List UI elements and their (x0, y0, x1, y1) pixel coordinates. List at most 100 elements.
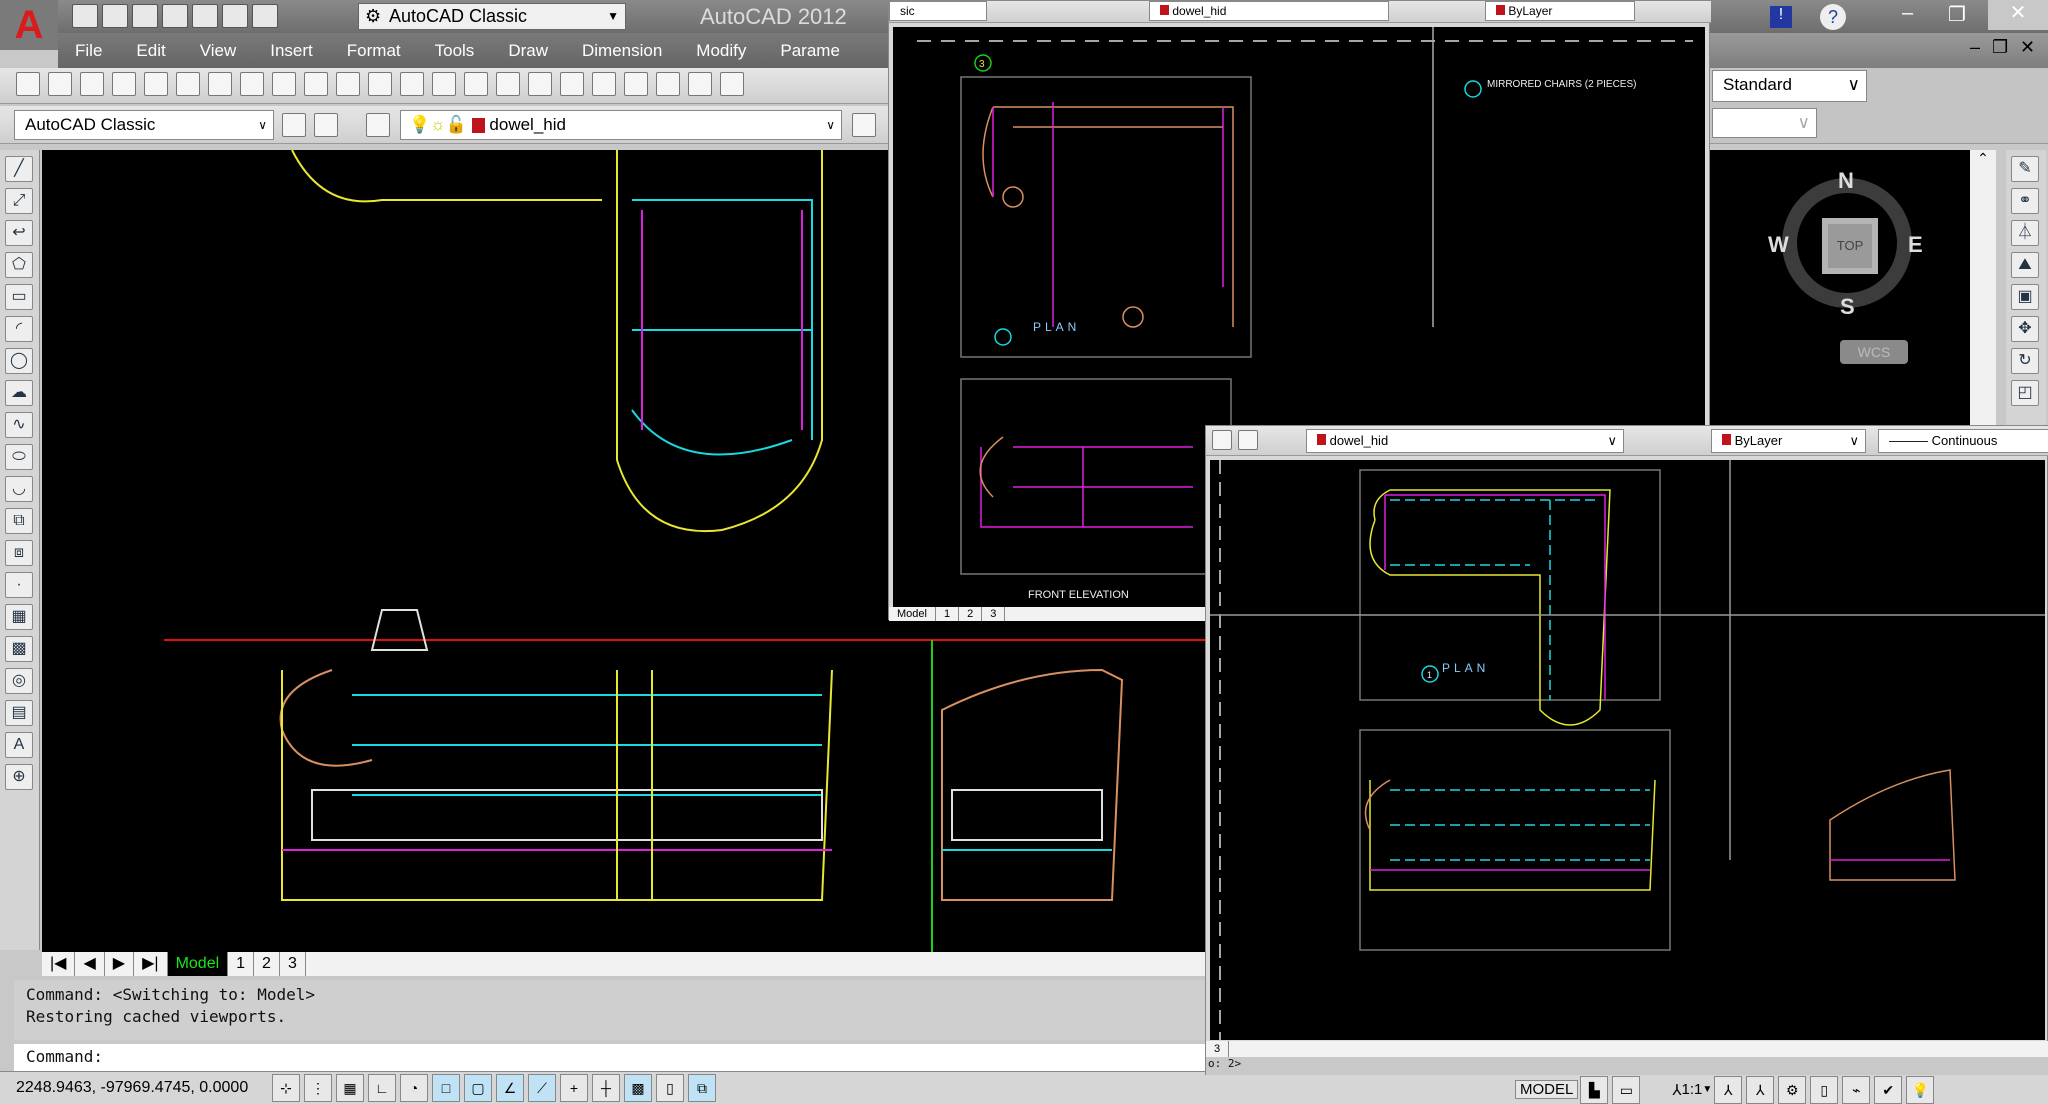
compass-north[interactable]: N (1838, 168, 1854, 194)
hardware-acceleration-icon[interactable]: ⌁ (1842, 1075, 1871, 1104)
window3-color-select[interactable]: ByLayer ∨ (1711, 429, 1866, 453)
layer-properties-icon[interactable] (366, 113, 390, 137)
scroll-up-icon[interactable]: ⌃ (1970, 150, 1996, 167)
line-icon[interactable]: ╱ (5, 156, 33, 182)
menu-edit[interactable]: Edit (136, 41, 165, 61)
doc-close-button[interactable]: ✕ (2020, 37, 2035, 58)
tab-model[interactable]: Model (167, 952, 229, 976)
publish-icon[interactable] (176, 72, 200, 96)
vertical-scrollbar[interactable]: ⌃ (1970, 150, 1996, 426)
tab-layout-2[interactable]: 2 (254, 952, 280, 976)
table-icon[interactable]: ▤ (5, 700, 33, 726)
pan-icon[interactable] (464, 72, 488, 96)
tab-model[interactable]: Model (889, 607, 936, 621)
sheet-set-icon[interactable] (688, 72, 712, 96)
arc-icon[interactable]: ◜ (5, 316, 33, 342)
viewcube-top-face[interactable]: TOP (1822, 218, 1878, 274)
dynamic-ucs-icon[interactable]: ⟋ (528, 1074, 556, 1102)
compass-south[interactable]: S (1840, 294, 1855, 320)
3d-object-snap-icon[interactable]: ▢ (464, 1074, 492, 1102)
window2-layer-select[interactable]: dowel_hid (1149, 1, 1389, 21)
workspace-select[interactable]: AutoCAD Classic ∨ (14, 110, 274, 140)
construction-line-icon[interactable]: ⤢ (5, 188, 33, 214)
rotate-icon[interactable]: ↻ (2011, 348, 2039, 374)
menu-file[interactable]: File (75, 41, 102, 61)
communication-center-icon[interactable]: ! (1770, 6, 1792, 28)
layer-select[interactable]: 💡☼🔓 dowel_hid ∨ (400, 110, 842, 140)
add-selected-icon[interactable]: ⊕ (5, 764, 33, 790)
doc-minimize-button[interactable]: – (1970, 37, 1980, 58)
polar-tracking-icon[interactable]: ◔ (400, 1074, 428, 1102)
open-icon[interactable] (102, 4, 128, 28)
copy-icon[interactable] (272, 72, 296, 96)
application-menu-button[interactable]: A (0, 0, 58, 50)
quick-view-drawings-icon[interactable]: ▭ (1612, 1075, 1641, 1104)
tab-layout-1[interactable]: 1 (228, 952, 255, 976)
transparency-icon[interactable]: ▩ (624, 1074, 652, 1102)
command-input[interactable]: Command: (14, 1044, 1208, 1071)
spline-icon[interactable]: ∿ (5, 412, 33, 438)
model-space-button[interactable]: MODEL (1515, 1080, 1579, 1099)
new-icon[interactable] (72, 4, 98, 28)
infer-constraints-icon[interactable]: ⊹ (272, 1074, 300, 1102)
workspace-dropdown[interactable]: ⚙ AutoCAD Classic ▼ (358, 3, 626, 30)
make-current-layer-icon[interactable] (852, 113, 876, 137)
revision-cloud-icon[interactable]: ☁ (5, 380, 33, 406)
cut-icon[interactable] (240, 72, 264, 96)
object-snap-icon[interactable]: □ (432, 1074, 460, 1102)
tab-layout-3[interactable]: 3 (280, 952, 306, 976)
gradient-icon[interactable]: ▩ (5, 636, 33, 662)
tool-palettes-icon[interactable] (656, 72, 680, 96)
point-icon[interactable]: · (5, 572, 33, 598)
zoom-window-icon[interactable] (528, 72, 552, 96)
window3-layer-select[interactable]: dowel_hid ∨ (1306, 429, 1624, 453)
tab-layout-3[interactable]: 3 (982, 607, 1006, 621)
window2-color-select[interactable]: ByLayer (1485, 1, 1635, 21)
save-icon[interactable] (132, 4, 158, 28)
tab-layout-2[interactable]: 2 (959, 607, 983, 621)
ellipse-icon[interactable]: ⬭ (5, 444, 33, 470)
multiline-text-icon[interactable]: A (5, 732, 33, 758)
plot-icon[interactable] (112, 72, 136, 96)
compass-east[interactable]: E (1908, 232, 1923, 258)
close-button[interactable]: ✕ (1988, 0, 2048, 30)
snap-mode-icon[interactable]: ⋮ (304, 1074, 332, 1102)
hatch-icon[interactable]: ▦ (5, 604, 33, 630)
tab-layout-1[interactable]: 1 (936, 607, 960, 621)
scale-icon[interactable]: ◰ (2011, 380, 2039, 406)
menu-modify[interactable]: Modify (696, 41, 746, 61)
undo-icon[interactable] (222, 4, 248, 28)
annotation-scale[interactable]: 1:1 (1682, 1081, 1703, 1098)
window3-linetype-select[interactable]: ——— Continuous (1878, 429, 2048, 453)
window3-command-line[interactable]: o: 2> (1206, 1057, 2048, 1076)
plot-preview-icon[interactable] (144, 72, 168, 96)
undo-icon[interactable] (400, 72, 424, 96)
markup-icon[interactable] (720, 72, 744, 96)
ellipse-arc-icon[interactable]: ◡ (5, 476, 33, 502)
customize-icon[interactable] (314, 113, 338, 137)
plot-icon[interactable] (192, 4, 218, 28)
new-icon[interactable] (16, 72, 40, 96)
menu-format[interactable]: Format (347, 41, 401, 61)
zoom-realtime-icon[interactable] (496, 72, 520, 96)
gear-icon[interactable] (1212, 430, 1232, 450)
workspace-switching-icon[interactable]: ⚙ (1778, 1075, 1807, 1104)
3d-dwf-icon[interactable] (208, 72, 232, 96)
design-center-icon[interactable] (624, 72, 648, 96)
style-select-2[interactable]: ∨ (1712, 108, 1817, 138)
compass-west[interactable]: W (1768, 232, 1789, 258)
erase-icon[interactable]: ✎ (2011, 156, 2039, 182)
next-tab-icon[interactable]: ▶ (105, 952, 135, 976)
mirror-icon[interactable]: ⏃ (2011, 220, 2039, 246)
polygon-icon[interactable]: ⬠ (5, 252, 33, 278)
coordinates-readout[interactable]: 2248.9463, -97969.4745, 0.0000 (0, 1079, 270, 1097)
auto-scale-icon[interactable]: ⅄ (1746, 1075, 1775, 1104)
ortho-icon[interactable]: ∟ (368, 1074, 396, 1102)
doc-restore-button[interactable]: ❐ (1992, 37, 2008, 58)
minimize-button[interactable]: – (1902, 2, 1913, 25)
text-style-select[interactable]: Standard ∨ (1712, 70, 1867, 102)
ucs-menu[interactable]: WCS (1840, 340, 1908, 364)
help-icon[interactable]: ? (1820, 4, 1846, 30)
open-icon[interactable] (48, 72, 72, 96)
restore-button[interactable]: ❐ (1948, 2, 1966, 27)
